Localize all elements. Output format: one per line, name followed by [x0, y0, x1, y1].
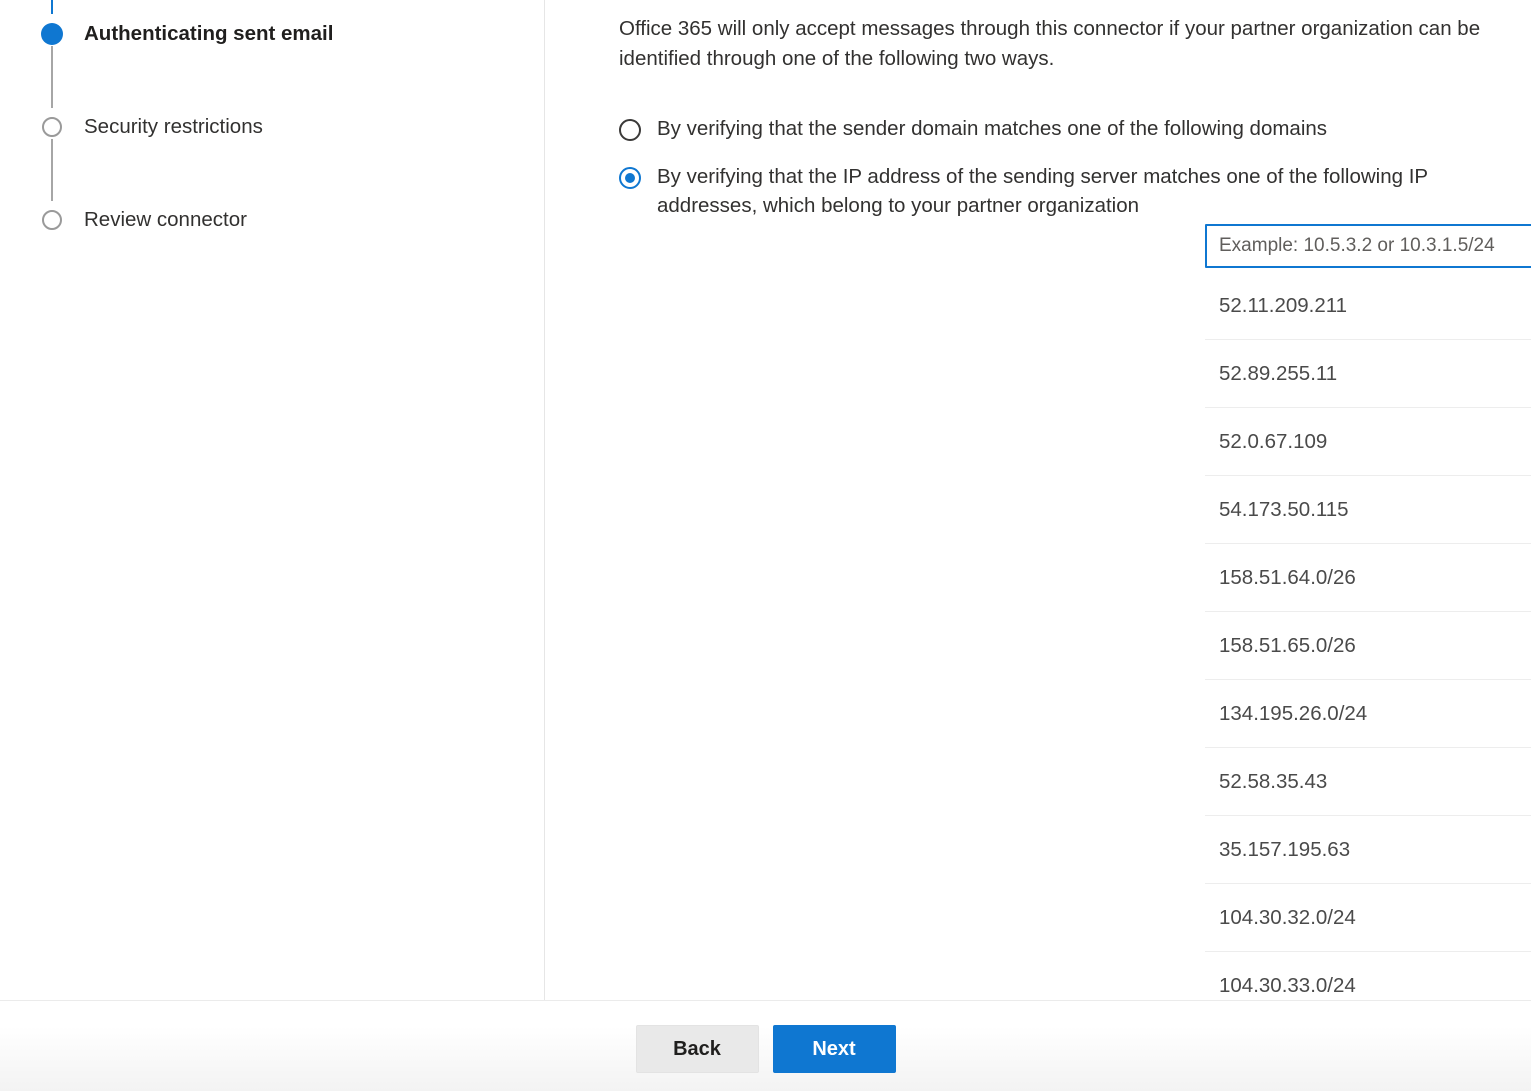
footer-button-group: Back Next [636, 1025, 896, 1073]
radio-unselected-icon[interactable] [619, 119, 641, 141]
stepper-connector-2 [51, 139, 53, 201]
ip-address-value: 158.51.64.0/26 [1205, 566, 1531, 590]
ip-list-item: 158.51.65.0/26 [1205, 612, 1531, 680]
ip-address-value: 54.173.50.115 [1205, 498, 1531, 522]
ip-list-item: 52.89.255.11 [1205, 340, 1531, 408]
wizard-body: Authenticating sent email Security restr… [0, 0, 1531, 1000]
ip-address-input[interactable] [1205, 224, 1531, 268]
page-description: Office 365 will only accept messages thr… [619, 14, 1531, 74]
ip-address-value: 52.89.255.11 [1205, 362, 1531, 386]
ip-list-item: 52.11.209.211 [1205, 272, 1531, 340]
sidebar-item-security-restrictions[interactable]: Security restrictions [0, 110, 545, 144]
ip-list-item: 158.51.64.0/26 [1205, 544, 1531, 612]
wizard-stepper: Authenticating sent email Security restr… [0, 0, 545, 1000]
next-button[interactable]: Next [773, 1025, 896, 1073]
radio-option-sender-domain-label: By verifying that the sender domain matc… [657, 114, 1327, 143]
sidebar-item-authenticating-sent-email[interactable]: Authenticating sent email [0, 17, 545, 51]
step-label-3: Review connector [84, 206, 247, 234]
ip-list-item: 134.195.26.0/24 [1205, 680, 1531, 748]
ip-address-value: 104.30.32.0/24 [1205, 906, 1531, 930]
stepper-connector-top [51, 0, 53, 14]
radio-option-ip-address-label: By verifying that the IP address of the … [657, 162, 1499, 220]
stepper-connector-1 [51, 46, 53, 108]
sidebar-item-review-connector[interactable]: Review connector [0, 203, 545, 237]
ip-address-value: 134.195.26.0/24 [1205, 702, 1531, 726]
ip-address-list: 52.11.209.211 52.89.255.11 52.0.67.109 54.1… [1205, 272, 1531, 1000]
ip-list-item: 104.30.33.0/24 [1205, 952, 1531, 1000]
step-label-1: Authenticating sent email [84, 20, 333, 48]
connector-wizard: Authenticating sent email Security restr… [0, 0, 1531, 1091]
ip-address-value: 52.0.67.109 [1205, 430, 1531, 454]
ip-entry-row [1205, 224, 1531, 268]
step-label-2: Security restrictions [84, 113, 263, 141]
ip-list-item: 54.173.50.115 [1205, 476, 1531, 544]
ip-address-value: 158.51.65.0/26 [1205, 634, 1531, 658]
step-marker-current-icon [38, 20, 66, 48]
step-marker-todo-icon [38, 206, 66, 234]
ip-list-item: 52.0.67.109 [1205, 408, 1531, 476]
radio-option-ip-address[interactable]: By verifying that the IP address of the … [619, 162, 1499, 220]
ip-list-item: 35.157.195.63 [1205, 816, 1531, 884]
ip-address-value: 52.11.209.211 [1205, 294, 1531, 318]
wizard-content: Office 365 will only accept messages thr… [545, 0, 1531, 1000]
ip-address-value: 52.58.35.43 [1205, 770, 1531, 794]
radio-option-sender-domain[interactable]: By verifying that the sender domain matc… [619, 114, 1499, 143]
step-marker-todo-icon [38, 113, 66, 141]
ip-address-value: 35.157.195.63 [1205, 838, 1531, 862]
wizard-footer: Back Next [0, 1000, 1531, 1091]
ip-list-item: 52.58.35.43 [1205, 748, 1531, 816]
back-button[interactable]: Back [636, 1025, 759, 1073]
radio-selected-icon[interactable] [619, 167, 641, 189]
ip-address-value: 104.30.33.0/24 [1205, 974, 1531, 998]
ip-list-item: 104.30.32.0/24 [1205, 884, 1531, 952]
